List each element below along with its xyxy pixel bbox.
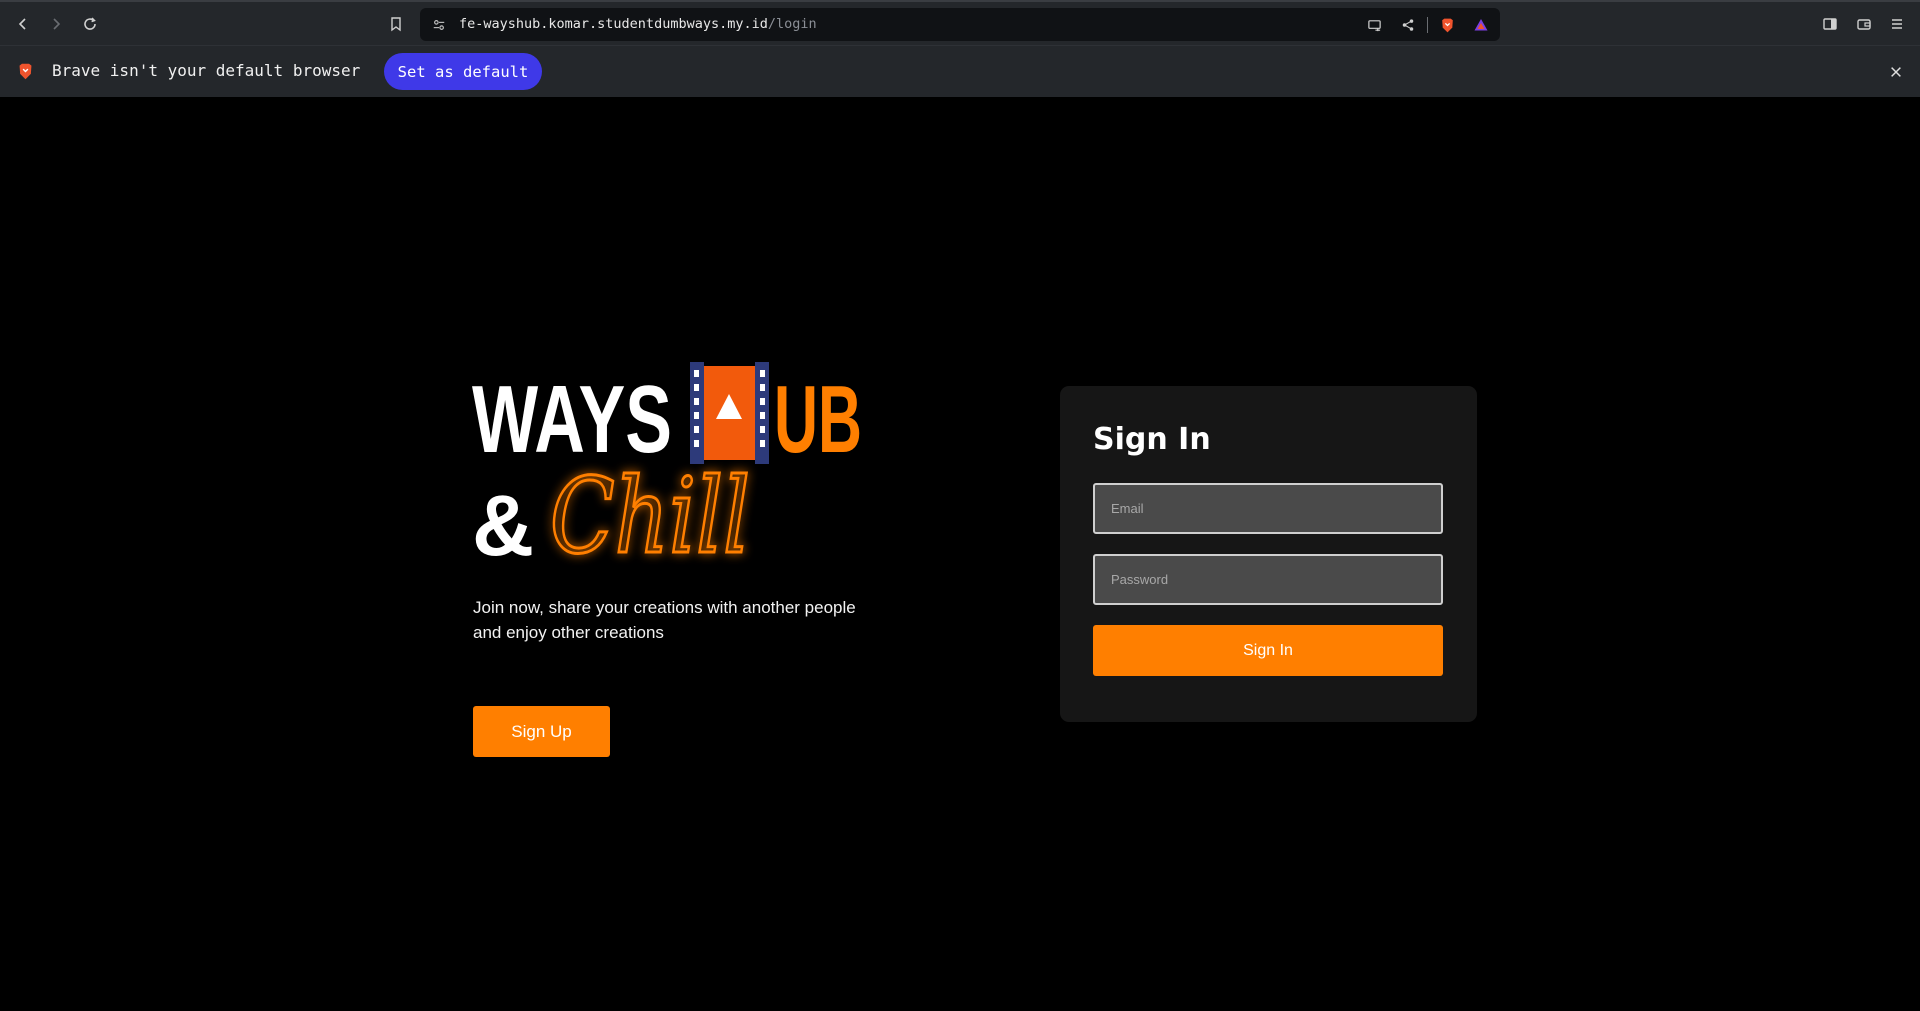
reload-icon: [84, 17, 96, 30]
sidebar-toggle-button[interactable]: [1818, 12, 1842, 36]
site-settings-icon[interactable]: [430, 16, 448, 34]
film-strip-icon: [690, 362, 769, 464]
hamburger-icon: [1892, 19, 1902, 29]
cast-icon[interactable]: [1365, 16, 1383, 34]
hero-tagline: Join now, share your creations with anot…: [473, 598, 856, 642]
wayshub-logo: WAYS UB & Chill: [472, 362, 862, 579]
logo-script-chill: Chill: [550, 455, 750, 577]
wallet-button[interactable]: [1852, 12, 1876, 36]
url-text: fe-wayshub.komar.studentdumbways.my.id/l…: [459, 16, 817, 32]
sidebar-icon: [1823, 18, 1837, 30]
sign-in-button[interactable]: Sign In: [1093, 625, 1443, 676]
infobar-message: Brave isn't your default browser: [52, 61, 361, 80]
logo-word-ub: UB: [774, 366, 862, 473]
reload-button[interactable]: [78, 12, 102, 36]
default-browser-infobar: Brave isn't your default browser Set as …: [0, 45, 1920, 97]
main-menu-button[interactable]: [1885, 12, 1909, 36]
chevron-right-icon: [53, 18, 61, 30]
password-field[interactable]: [1093, 554, 1443, 605]
chevron-left-icon: [18, 18, 26, 30]
sign-up-button[interactable]: Sign Up: [473, 706, 610, 757]
brave-shields-icon[interactable]: [1438, 16, 1456, 34]
forward-button[interactable]: [44, 12, 68, 36]
infobar-close-button[interactable]: [1884, 60, 1908, 84]
logo-ampersand: &: [472, 478, 534, 574]
browser-toolbar: fe-wayshub.komar.studentdumbways.my.id/l…: [0, 0, 1920, 45]
set-as-default-button[interactable]: Set as default: [384, 53, 542, 90]
address-bar[interactable]: fe-wayshub.komar.studentdumbways.my.id/l…: [420, 8, 1500, 41]
email-field[interactable]: [1093, 483, 1443, 534]
brave-rewards-icon[interactable]: [1472, 16, 1490, 34]
login-page: WAYS UB & Chill Join now, share your cre…: [0, 97, 1920, 1011]
url-host: fe-wayshub.komar.studentdumbways.my.id: [459, 16, 768, 32]
wallet-icon: [1857, 19, 1871, 30]
bookmark-icon: [391, 17, 401, 32]
sign-in-title: Sign In: [1093, 422, 1211, 457]
brave-logo-icon: [16, 62, 35, 85]
back-button[interactable]: [11, 12, 35, 36]
url-path: /login: [767, 16, 817, 32]
close-icon: [1891, 67, 1901, 77]
sign-in-card: Sign In Sign In: [1060, 386, 1477, 722]
bookmark-button[interactable]: [384, 12, 408, 36]
address-separator: [1427, 17, 1428, 33]
share-icon[interactable]: [1399, 16, 1417, 34]
